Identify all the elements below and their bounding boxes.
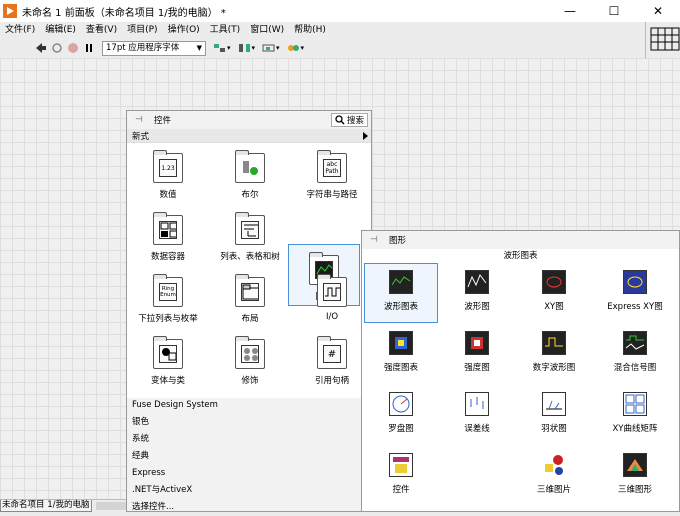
pin-icon[interactable]: ⊣	[370, 235, 380, 245]
menu-edit[interactable]: 编辑(E)	[40, 22, 81, 38]
hovered-item-label: 波形图表	[503, 251, 538, 261]
search-button[interactable]: 搜索	[330, 113, 368, 127]
controls-grid: 1.23 数值 布尔 abcPath 字符串与路径 数据容器 列表、表格和树 图…	[127, 143, 371, 398]
pause-icon[interactable]	[82, 41, 96, 55]
category-classic[interactable]: 经典	[127, 448, 371, 465]
font-select[interactable]: 17pt 应用程序字体 ▼	[102, 40, 206, 56]
ring-enum-icon: Ring Enum	[153, 274, 183, 307]
controls-palette: ⊣ 控件 搜索 新式 1.23 数值 布尔 abc Path 字符串与路径 数据容…	[126, 110, 372, 512]
category-system[interactable]: 系统	[127, 431, 371, 448]
menu-project[interactable]: 项目(P)	[122, 22, 162, 38]
search-icon	[335, 115, 345, 125]
layout-icon	[235, 274, 265, 307]
menu-operate[interactable]: 操作(O)	[163, 22, 205, 38]
category-dotnet-activex[interactable]: .NET与ActiveX	[127, 482, 371, 499]
waveform-chart[interactable]: 波形图表	[364, 263, 438, 323]
menu-window[interactable]: 窗口(W)	[245, 22, 289, 38]
data-containers-icon	[153, 212, 183, 245]
feather-plot-icon	[542, 392, 566, 416]
graph-subpalette: ⊣ 图形 波形图表 波形图表 波形图 XY图 Express XY图 强度图表 …	[361, 230, 680, 512]
palette-item-numeric[interactable]: 1.23 数值	[127, 143, 209, 205]
project-status: 未命名项目 1/我的电脑	[0, 500, 92, 512]
menu-file[interactable]: 文件(F)	[0, 22, 40, 38]
graph-subpalette-title: 图形	[389, 236, 407, 246]
waveform-chart-icon	[389, 270, 413, 294]
compass-plot-icon	[389, 392, 413, 416]
compass-plot[interactable]: 罗盘图	[365, 386, 437, 444]
graph-subpalette-header: ⊣ 图形	[362, 231, 679, 249]
digital-waveform-graph[interactable]: 数字波形图	[518, 325, 590, 383]
3d-graph[interactable]: 三维图形	[595, 447, 675, 505]
controls-palette-title: 控件	[154, 116, 172, 126]
toolbar: 17pt 应用程序字体 ▼ ▾ ▾ ▾ ▾	[0, 38, 645, 58]
error-bar-plot[interactable]: 误差线	[441, 386, 513, 444]
waveform-graph-icon	[465, 270, 489, 294]
menu-view[interactable]: 查看(V)	[81, 22, 122, 38]
category-modern[interactable]: 新式	[127, 129, 371, 143]
maximize-button[interactable]: ☐	[592, 0, 636, 22]
intensity-chart[interactable]: 强度图表	[365, 325, 437, 383]
controls-palette-header: ⊣ 控件 搜索	[127, 111, 371, 129]
palette-item-layout[interactable]: 布局	[209, 267, 291, 329]
mixed-signal-graph[interactable]: 混合信号图	[595, 325, 675, 383]
expand-arrow-icon	[363, 132, 368, 140]
palette-item-decorations[interactable]: 修饰	[209, 329, 291, 391]
xy-plot-matrix-icon	[623, 392, 647, 416]
feather-plot[interactable]: 羽状图	[518, 386, 590, 444]
run-continuously-icon[interactable]	[50, 41, 64, 55]
express-xy-graph[interactable]: Express XY图	[595, 264, 675, 322]
graph-controls-icon	[389, 453, 413, 477]
minimize-button[interactable]: —	[548, 0, 592, 22]
category-list: Fuse Design System 银色 系统 经典 Express .NET…	[127, 397, 371, 516]
align-objects-icon[interactable]: ▾	[213, 43, 231, 53]
list-table-tree-icon	[235, 212, 265, 245]
resize-objects-icon[interactable]: ▾	[262, 43, 280, 53]
category-silver[interactable]: 银色	[127, 414, 371, 431]
3d-graph-icon	[623, 453, 647, 477]
express-xy-graph-icon	[623, 270, 647, 294]
run-icon[interactable]	[34, 41, 48, 55]
decorations-icon	[235, 336, 265, 369]
menu-help[interactable]: 帮助(H)	[289, 22, 331, 38]
string-path-icon: abc Path	[317, 150, 347, 183]
palette-item-ring-enum[interactable]: Ring Enum 下拉列表与枚举	[127, 267, 209, 329]
digital-waveform-graph-icon	[542, 331, 566, 355]
pin-icon[interactable]: ⊣	[135, 115, 145, 125]
palette-item-string-path[interactable]: abc Path 字符串与路径	[291, 143, 373, 205]
intensity-graph[interactable]: 强度图	[441, 325, 513, 383]
select-control[interactable]: 选择控件...	[127, 499, 371, 516]
palette-item-data-containers[interactable]: 数据容器	[127, 205, 209, 267]
xy-graph-icon	[542, 270, 566, 294]
abort-icon[interactable]	[66, 41, 80, 55]
refnum-icon: #	[317, 336, 347, 369]
intensity-chart-icon	[389, 331, 413, 355]
distribute-objects-icon[interactable]: ▾	[238, 43, 255, 53]
palette-item-list-table-tree[interactable]: 列表、表格和树	[209, 205, 291, 267]
palette-item-variant-class[interactable]: 变体与类	[127, 329, 209, 391]
title-bar: 未命名 1 前面板（未命名项目 1/我的电脑） * — ☐ ✕	[0, 0, 680, 22]
category-fuse[interactable]: Fuse Design System	[127, 397, 371, 414]
graph-controls[interactable]: 控件	[365, 447, 437, 505]
error-bar-plot-icon	[465, 392, 489, 416]
waveform-graph[interactable]: 波形图	[441, 264, 513, 322]
io-icon	[317, 274, 347, 307]
menu-bar: 文件(F) 编辑(E) 查看(V) 项目(P) 操作(O) 工具(T) 窗口(W…	[0, 22, 645, 38]
xy-graph[interactable]: XY图	[518, 264, 590, 322]
vi-icon-pane[interactable]	[645, 22, 680, 58]
boolean-icon	[235, 150, 265, 183]
variant-class-icon	[153, 336, 183, 369]
window-title: 未命名 1 前面板（未命名项目 1/我的电脑） *	[22, 7, 226, 19]
3d-picture-icon	[542, 453, 566, 477]
mixed-signal-graph-icon	[623, 331, 647, 355]
reorder-icon[interactable]: ▾	[287, 43, 304, 53]
xy-plot-matrix[interactable]: XY曲线矩阵	[595, 386, 675, 444]
category-express[interactable]: Express	[127, 465, 371, 482]
intensity-graph-icon	[465, 331, 489, 355]
close-button[interactable]: ✕	[636, 0, 680, 22]
labview-app-icon	[3, 4, 17, 18]
3d-picture[interactable]: 三维图片	[518, 447, 590, 505]
palette-item-boolean[interactable]: 布尔	[209, 143, 291, 205]
numeric-icon: 1.23	[153, 150, 183, 183]
menu-tools[interactable]: 工具(T)	[205, 22, 246, 38]
